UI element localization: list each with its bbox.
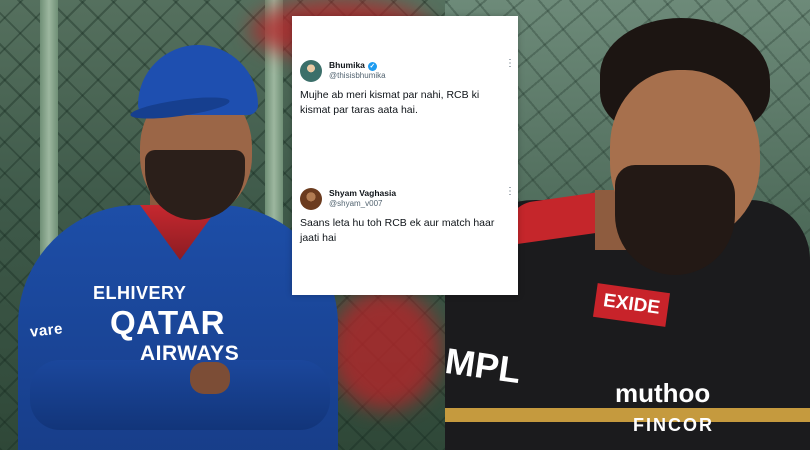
tweet-author-name[interactable]: Shyam Vaghasia	[329, 188, 396, 198]
tweet-author-handle[interactable]: @shyam_v007	[329, 199, 382, 208]
more-options-icon[interactable]: ⋮	[505, 186, 515, 197]
more-options-icon[interactable]: ⋮	[505, 58, 515, 69]
author-name-text: Bhumika	[329, 60, 365, 70]
tweet-card: Bhumika ✓ @thisisbhumika ⋮ Mujhe ab meri …	[292, 16, 518, 295]
crossed-arms	[30, 360, 330, 430]
player-hand	[190, 362, 230, 394]
jersey-sleeve-text: vare	[29, 320, 64, 341]
tweet-author-handle[interactable]: @thisisbhumika	[329, 71, 386, 80]
jersey-sponsor-text-1: muthoo	[615, 378, 711, 408]
verified-badge-icon: ✓	[367, 62, 377, 71]
jersey-sponsor-text-2: FINCOR	[633, 415, 714, 435]
jersey-sponsor-text: ELHIVERY	[93, 283, 187, 303]
crowd-blur	[330, 290, 440, 410]
jersey-gold-stripe	[445, 408, 810, 422]
avatar[interactable]	[300, 60, 322, 82]
avatar[interactable]	[300, 188, 322, 210]
tweet-text: Mujhe ab meri kismat par nahi, RCB ki ki…	[300, 89, 480, 116]
jersey-main-text-1: QATAR	[110, 304, 225, 341]
tweet-text: Saans leta hu toh RCB ek aur match haar …	[300, 217, 495, 244]
tweet-author-name[interactable]: Bhumika ✓	[329, 60, 377, 71]
